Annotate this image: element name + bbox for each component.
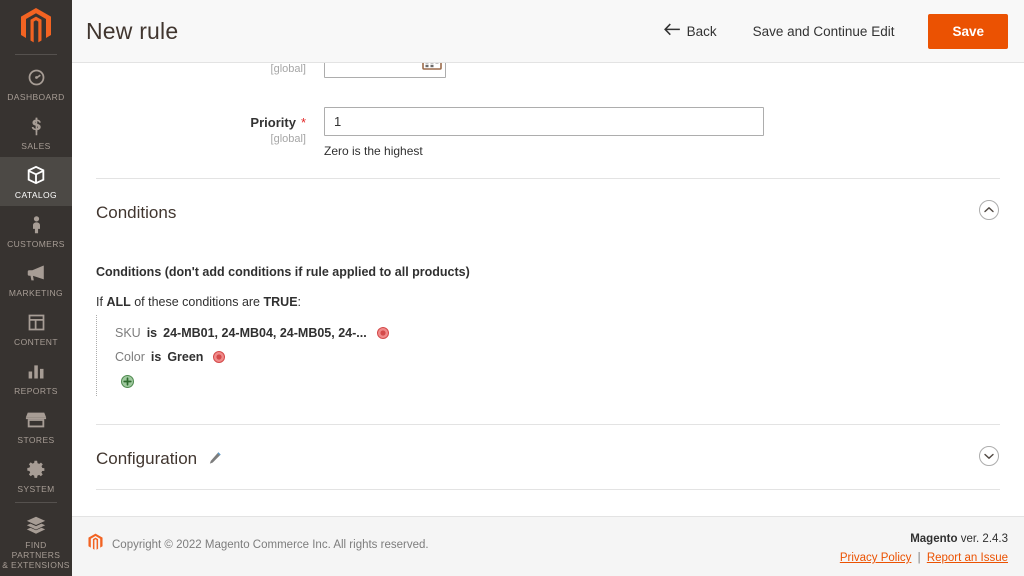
magento-logo[interactable] [0, 0, 72, 52]
sidebar-label-reports: Reports [14, 386, 58, 397]
configuration-section-header[interactable]: Configuration [96, 425, 1000, 489]
privacy-policy-link[interactable]: Privacy Policy [840, 552, 912, 564]
aggregator-select[interactable]: ALL [106, 295, 130, 309]
arrow-left-icon [663, 23, 680, 39]
footer-link-separator: | [917, 552, 921, 564]
add-condition-row [111, 369, 1000, 392]
page-header: New rule Back Save and Continue Edit Sav… [72, 0, 1024, 63]
bars-icon [26, 360, 47, 382]
gear-icon [26, 458, 47, 480]
sidebar-label-find-partners-line2: & Extensions [2, 560, 70, 571]
delete-circle-icon[interactable] [376, 327, 389, 339]
save-button[interactable]: Save [928, 13, 1008, 49]
sidebar-label-stores: Stores [17, 435, 55, 446]
box-icon [25, 164, 47, 186]
calendar-icon[interactable] [422, 63, 442, 70]
condition-row: SKU is 24-MB01, 24-MB04, 24-MB05, 24-... [111, 321, 1000, 345]
date-field-label: [global] [96, 63, 324, 75]
sidebar-item-sales[interactable]: Sales [0, 108, 72, 157]
add-circle-icon[interactable] [121, 375, 134, 388]
sidebar-item-customers[interactable]: Customers [0, 206, 72, 255]
conditions-section-body: Conditions (don't add conditions if rule… [96, 243, 1000, 406]
priority-input[interactable] [324, 107, 764, 136]
sidebar-label-dashboard: Dashboard [7, 92, 65, 103]
megaphone-icon [25, 262, 47, 284]
truth-value-select[interactable]: TRUE [264, 295, 298, 309]
condition-operator[interactable]: is [147, 326, 157, 340]
sidebar-divider-top [15, 54, 57, 56]
conditions-heading: Conditions (don't add conditions if rule… [96, 265, 470, 279]
condition-value[interactable]: Green [167, 350, 203, 364]
page-content: [global] Priority * [global] 1 Zero is t… [72, 63, 1024, 516]
admin-page: Dashboard Sales Catalog Customers Market [0, 0, 1024, 576]
bricks-icon [25, 514, 47, 536]
if-prefix: If [96, 295, 103, 309]
priority-field-scope: [global] [270, 133, 306, 145]
condition-attribute[interactable]: SKU [115, 326, 141, 340]
dollar-icon [26, 115, 47, 137]
conditions-section-header[interactable]: Conditions [96, 179, 1000, 243]
configuration-section-title: Configuration [96, 448, 198, 468]
header-actions: Back Save and Continue Edit Save [649, 13, 1008, 49]
sidebar-item-dashboard[interactable]: Dashboard [0, 59, 72, 108]
condition-value[interactable]: 24-MB01, 24-MB04, 24-MB05, 24-... [163, 326, 367, 340]
pencil-icon[interactable] [208, 452, 221, 465]
sidebar-label-customers: Customers [7, 239, 65, 250]
priority-note: Zero is the highest [324, 144, 423, 158]
footer-links: Privacy Policy | Report an Issue [840, 552, 1008, 564]
condition-attribute[interactable]: Color [115, 350, 145, 364]
sidebar-label-content: Content [14, 337, 58, 348]
sidebar-label-find-partners-line1: Find Partners [11, 540, 61, 561]
date-field-row: [global] [96, 63, 1000, 85]
back-button[interactable]: Back [649, 15, 731, 47]
section-divider-bottom [96, 489, 1000, 490]
back-button-label: Back [686, 23, 717, 39]
sidebar-label-marketing: Marketing [8, 288, 64, 299]
storefront-icon [25, 409, 47, 431]
sidebar-label-catalog: Catalog [14, 190, 58, 201]
gauge-icon [26, 66, 47, 88]
priority-field-label: Priority * [global] [96, 107, 324, 145]
sidebar-item-marketing[interactable]: Marketing [0, 255, 72, 304]
if-suffix: : [297, 295, 302, 309]
admin-sidebar: Dashboard Sales Catalog Customers Market [0, 0, 72, 576]
conditions-section-title: Conditions [96, 202, 177, 222]
priority-label-text: Priority [250, 115, 296, 130]
conditions-tree: SKU is 24-MB01, 24-MB04, 24-MB05, 24-...… [96, 315, 1000, 396]
sidebar-item-find-partners-extensions[interactable]: Find Partners & Extensions [0, 507, 72, 576]
priority-field-row: Priority * [global] Zero is the highest [96, 107, 1000, 158]
condition-row: Color is Green [111, 345, 1000, 369]
delete-circle-icon[interactable] [213, 351, 226, 363]
magento-logo-icon [21, 8, 51, 43]
footer-version-number: ver. 2.4.3 [960, 533, 1008, 545]
sidebar-item-reports[interactable]: Reports [0, 353, 72, 402]
chevron-up-icon[interactable] [978, 199, 1000, 226]
report-an-issue-link[interactable]: Report an Issue [927, 552, 1008, 564]
if-middle: of these conditions are [134, 295, 261, 309]
chevron-down-icon[interactable] [978, 445, 1000, 472]
sidebar-label-sales: Sales [21, 141, 51, 152]
footer-version: Magento ver. 2.4.3 [840, 533, 1008, 545]
condition-operator[interactable]: is [151, 350, 161, 364]
footer-copyright: Copyright © 2022 Magento Commerce Inc. A… [112, 538, 429, 551]
date-input[interactable] [324, 63, 446, 78]
layout-icon [26, 311, 47, 333]
main-area: New rule Back Save and Continue Edit Sav… [72, 0, 1024, 576]
save-and-continue-edit-button[interactable]: Save and Continue Edit [731, 16, 917, 47]
sidebar-divider-bottom [15, 502, 57, 504]
footer-brand: Magento [910, 533, 958, 545]
conditions-if-line: If ALL of these conditions are TRUE: [96, 295, 1000, 309]
person-icon [26, 213, 47, 235]
sidebar-item-system[interactable]: System [0, 451, 72, 500]
sidebar-label-system: System [17, 484, 55, 495]
page-title: New rule [86, 17, 179, 44]
required-marker: * [300, 115, 306, 130]
page-footer: Copyright © 2022 Magento Commerce Inc. A… [72, 516, 1024, 576]
sidebar-item-catalog[interactable]: Catalog [0, 157, 72, 207]
footer-magento-logo-icon [88, 533, 103, 556]
sidebar-item-stores[interactable]: Stores [0, 402, 72, 451]
sidebar-item-content[interactable]: Content [0, 304, 72, 353]
date-field-scope: [global] [270, 63, 306, 75]
